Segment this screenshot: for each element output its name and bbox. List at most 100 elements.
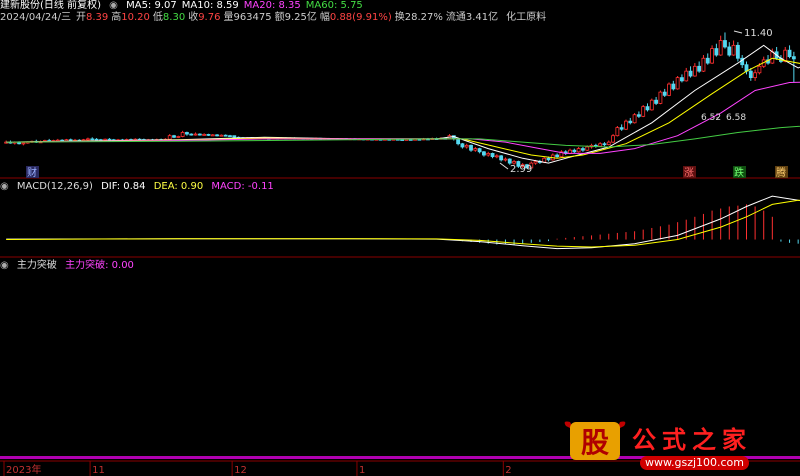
quote-label: 额: [274, 12, 285, 23]
candle-body: [185, 132, 189, 135]
candle-body: [671, 83, 676, 90]
quote-row: 2024/04/24/三 开8.39 高10.20 低8.30 收9.76 量963475…: [0, 12, 551, 24]
quote-label: 幅: [319, 12, 330, 23]
marker-zhang[interactable]: 涨: [684, 167, 694, 179]
quote-item: 额9.25亿: [275, 12, 317, 23]
candle-body: [460, 143, 465, 148]
marker-cai[interactable]: 财: [27, 166, 37, 179]
macd-settings-icon[interactable]: ◉: [0, 181, 9, 192]
candle-body: [482, 151, 486, 156]
quote-value: 9.25亿: [284, 12, 317, 23]
candle-body: [469, 144, 473, 151]
marker-die[interactable]: 跌: [734, 166, 744, 179]
candle-body: [228, 135, 232, 138]
candle-body: [210, 134, 215, 137]
settings-icon[interactable]: ◉: [109, 0, 118, 11]
candle-body: [107, 138, 112, 141]
quote-value: 0.88(9.91%): [329, 12, 392, 23]
candle-body: [598, 143, 603, 147]
macd-header: ◉ MACD(12,26,9) DIF: 0.84 DEA: 0.90 MACD…: [0, 181, 279, 193]
time-axis-label: 1: [359, 465, 365, 476]
candle-body: [692, 65, 697, 77]
candle-body: [645, 106, 650, 111]
candle-body: [675, 77, 680, 90]
candle-body: [619, 127, 624, 130]
candle-body: [615, 127, 620, 137]
candle-body: [167, 135, 172, 140]
candle-body: [723, 40, 727, 48]
time-axis-label: 12: [234, 465, 247, 476]
candle-body: [572, 149, 577, 153]
macd-title[interactable]: MACD(12,26,9): [17, 181, 93, 192]
candle-body: [172, 135, 176, 138]
candle-body: [180, 132, 185, 137]
candle-body: [68, 139, 73, 142]
candle-body: [705, 57, 710, 64]
candle-body: [206, 133, 211, 136]
candle-body: [512, 161, 516, 164]
candle-body: [714, 48, 719, 56]
quote-items: 开8.39 高10.20 低8.30 收9.76 量963475 额9.25亿 幅0.88(…: [76, 12, 501, 23]
candle-body: [611, 135, 615, 143]
annotation-range-sep: -: [716, 113, 719, 123]
quote-item: 低8.30: [153, 12, 185, 23]
candle-body: [654, 99, 659, 104]
candle-body: [464, 144, 469, 148]
quote-label: 开: [76, 12, 87, 23]
time-axis-label: 2: [505, 465, 511, 476]
indicator-header: ◉ 主力突破 主力突破: 0.00: [0, 260, 139, 272]
marker-meng[interactable]: 腾: [776, 166, 786, 179]
quote-label: 量: [223, 12, 234, 23]
candle-body: [533, 161, 538, 164]
candle-body: [684, 70, 689, 82]
candle-body: [658, 91, 663, 104]
quote-label: 流通: [445, 12, 466, 23]
candle-body: [193, 133, 198, 136]
candle-body: [103, 138, 108, 141]
quote-item: 换28.27%: [395, 12, 443, 23]
candle-body: [456, 138, 461, 145]
annotation-high: 11.40: [744, 28, 773, 39]
candle-body: [232, 135, 237, 138]
candle-body: [86, 138, 90, 141]
candle-body: [662, 91, 667, 96]
annotation-low: 2.99: [510, 164, 532, 175]
price-header: 建新股份(日线 前复权) ◉ MA5: 9.07 MA10: 8.59 MA20: …: [0, 0, 373, 12]
watermark-logo: 股: [560, 418, 630, 462]
watermark-logo-char: 股: [581, 426, 609, 459]
candle-body: [697, 65, 702, 72]
stock-title[interactable]: 建新股份(日线 前复权): [0, 0, 101, 11]
candle-body: [748, 70, 753, 79]
ma-legend-item: MA10: 8.59: [181, 0, 239, 11]
quote-value: 28.27%: [404, 12, 443, 23]
candle-body: [176, 136, 181, 138]
candle-body: [735, 44, 740, 59]
candle-body: [477, 148, 482, 153]
quote-value: 8.39: [86, 12, 109, 23]
quote-value: 3.41亿: [465, 12, 499, 23]
candle-body: [21, 142, 26, 145]
candle-body: [649, 99, 654, 111]
candle-body: [215, 134, 219, 137]
candle-body: [727, 46, 732, 56]
quote-item: 收9.76: [188, 12, 220, 23]
indicator-settings-icon[interactable]: ◉: [0, 260, 9, 271]
macd-dif: DIF: 0.84: [101, 181, 146, 192]
time-axis-label: 2023年: [6, 463, 41, 476]
candle-body: [90, 138, 95, 141]
indicator-title[interactable]: 主力突破: [17, 260, 57, 271]
candle-body: [632, 114, 637, 124]
candle-body: [546, 157, 551, 161]
time-axis-label: 11: [92, 465, 105, 476]
quote-value: 9.76: [198, 12, 221, 23]
candle-body: [189, 133, 194, 136]
quote-label: 高: [111, 12, 122, 23]
candle-body: [667, 83, 671, 96]
candle-body: [499, 155, 504, 161]
stock-chart-canvas: 2023年 11 12 1 2 11.40 2.99 6.52 - 6.58 财 涨 跌…: [0, 0, 800, 476]
candle-body: [757, 65, 762, 74]
quote-label: 低: [152, 12, 163, 23]
candle-body: [503, 158, 508, 161]
candle-body: [507, 158, 512, 164]
industry: 化工原料: [506, 12, 547, 23]
